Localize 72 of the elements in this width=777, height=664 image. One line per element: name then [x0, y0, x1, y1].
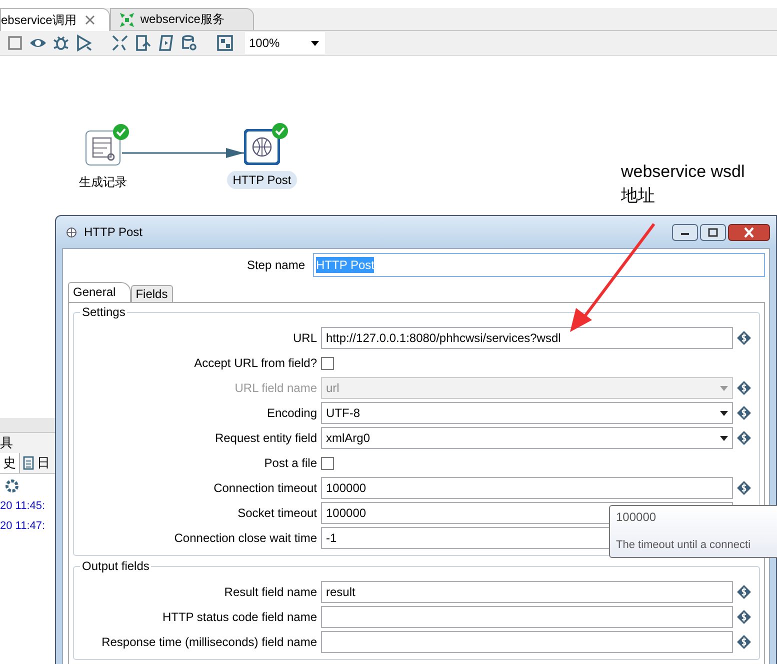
- bug-icon[interactable]: [52, 34, 70, 52]
- variable-icon[interactable]: [737, 406, 751, 420]
- variable-icon[interactable]: [737, 431, 751, 445]
- field-label: HTTP status code field name: [161, 610, 317, 624]
- group-title: Settings: [80, 305, 128, 319]
- check-icon: [113, 124, 129, 140]
- variable-icon[interactable]: [737, 481, 751, 495]
- script-icon[interactable]: [157, 34, 175, 52]
- step-label: HTTP Post: [226, 171, 298, 189]
- input-field[interactable]: [321, 606, 733, 628]
- annotation-text: 地址: [621, 185, 656, 207]
- globe-step-icon[interactable]: [244, 129, 280, 165]
- field-label: Post a file: [263, 456, 317, 470]
- play-icon[interactable]: [75, 34, 93, 52]
- document-arrow-icon[interactable]: [134, 34, 152, 52]
- field-label: Response time (milliseconds) field name: [100, 635, 317, 649]
- variable-icon[interactable]: [737, 585, 751, 599]
- input-field[interactable]: [321, 631, 733, 653]
- globe-icon: [66, 226, 77, 238]
- checkbox[interactable]: [321, 356, 334, 370]
- group-title: Output fields: [80, 559, 152, 573]
- input-field[interactable]: 100000: [321, 477, 733, 499]
- step-label: 生成记录: [78, 174, 128, 191]
- field-label: URL: [292, 331, 317, 345]
- minimize-button[interactable]: [672, 224, 698, 240]
- field-label: Request entity field: [214, 431, 317, 445]
- caret-icon: [720, 386, 728, 390]
- caret-icon: [720, 436, 728, 440]
- caret-icon: [720, 410, 728, 416]
- checkbox[interactable]: [321, 456, 334, 470]
- layout-icon[interactable]: [216, 34, 234, 52]
- variable-icon[interactable]: [737, 635, 751, 649]
- notepad-icon: [23, 456, 34, 470]
- annotation-text: webservice wsdl: [621, 161, 745, 183]
- zoom-dropdown[interactable]: 100%: [245, 32, 325, 54]
- collapse-icon[interactable]: [111, 34, 129, 52]
- field-label: Socket timeout: [236, 506, 317, 520]
- tooltip-value: 100000: [616, 510, 658, 524]
- variable-icon[interactable]: [737, 331, 751, 345]
- variable-icon[interactable]: [737, 610, 751, 624]
- field-label: Result field name: [223, 585, 317, 599]
- field-label: URL field name: [234, 381, 317, 395]
- close-icon[interactable]: [85, 15, 96, 25]
- check-icon: [272, 123, 288, 139]
- maximize-button[interactable]: [700, 224, 726, 240]
- log-line: 20 11:45:: [0, 499, 46, 514]
- panel-header: [0, 418, 55, 433]
- settings-icon[interactable]: [4, 478, 20, 494]
- field-label: Connection close wait time: [173, 531, 317, 545]
- field-label: Connection timeout: [212, 481, 317, 495]
- stop-icon[interactable]: [6, 34, 24, 52]
- editor-tab[interactable]: ebservice调用: [0, 8, 110, 31]
- dialog-tab[interactable]: Fields: [130, 285, 173, 302]
- editor-tab[interactable]: webservice服务: [110, 8, 254, 30]
- input-field[interactable]: result: [321, 581, 733, 603]
- database-search-icon[interactable]: [180, 34, 198, 52]
- dialog-title: HTTP Post: [84, 225, 144, 239]
- input-field[interactable]: http://127.0.0.1:8080/phhcwsi/services?wsdl: [321, 327, 733, 349]
- panel-tab[interactable]: 史: [0, 453, 20, 473]
- dropdown-field[interactable]: xmlArg0: [321, 427, 733, 449]
- dropdown-field[interactable]: UTF-8: [321, 402, 733, 424]
- field-label: Encoding: [266, 406, 317, 420]
- field-label: Step name: [246, 258, 305, 272]
- caret-icon: [311, 40, 319, 46]
- field-label: Accept URL from field?: [193, 356, 317, 370]
- arrows-icon: [119, 12, 136, 28]
- close-button[interactable]: [728, 224, 770, 240]
- log-line: 20 11:47:: [0, 519, 46, 534]
- dialog-tab[interactable]: General: [68, 282, 131, 302]
- panel-tab[interactable]: 日: [20, 453, 53, 473]
- panel-title: 具: [0, 433, 55, 453]
- table-step-icon[interactable]: [85, 130, 121, 166]
